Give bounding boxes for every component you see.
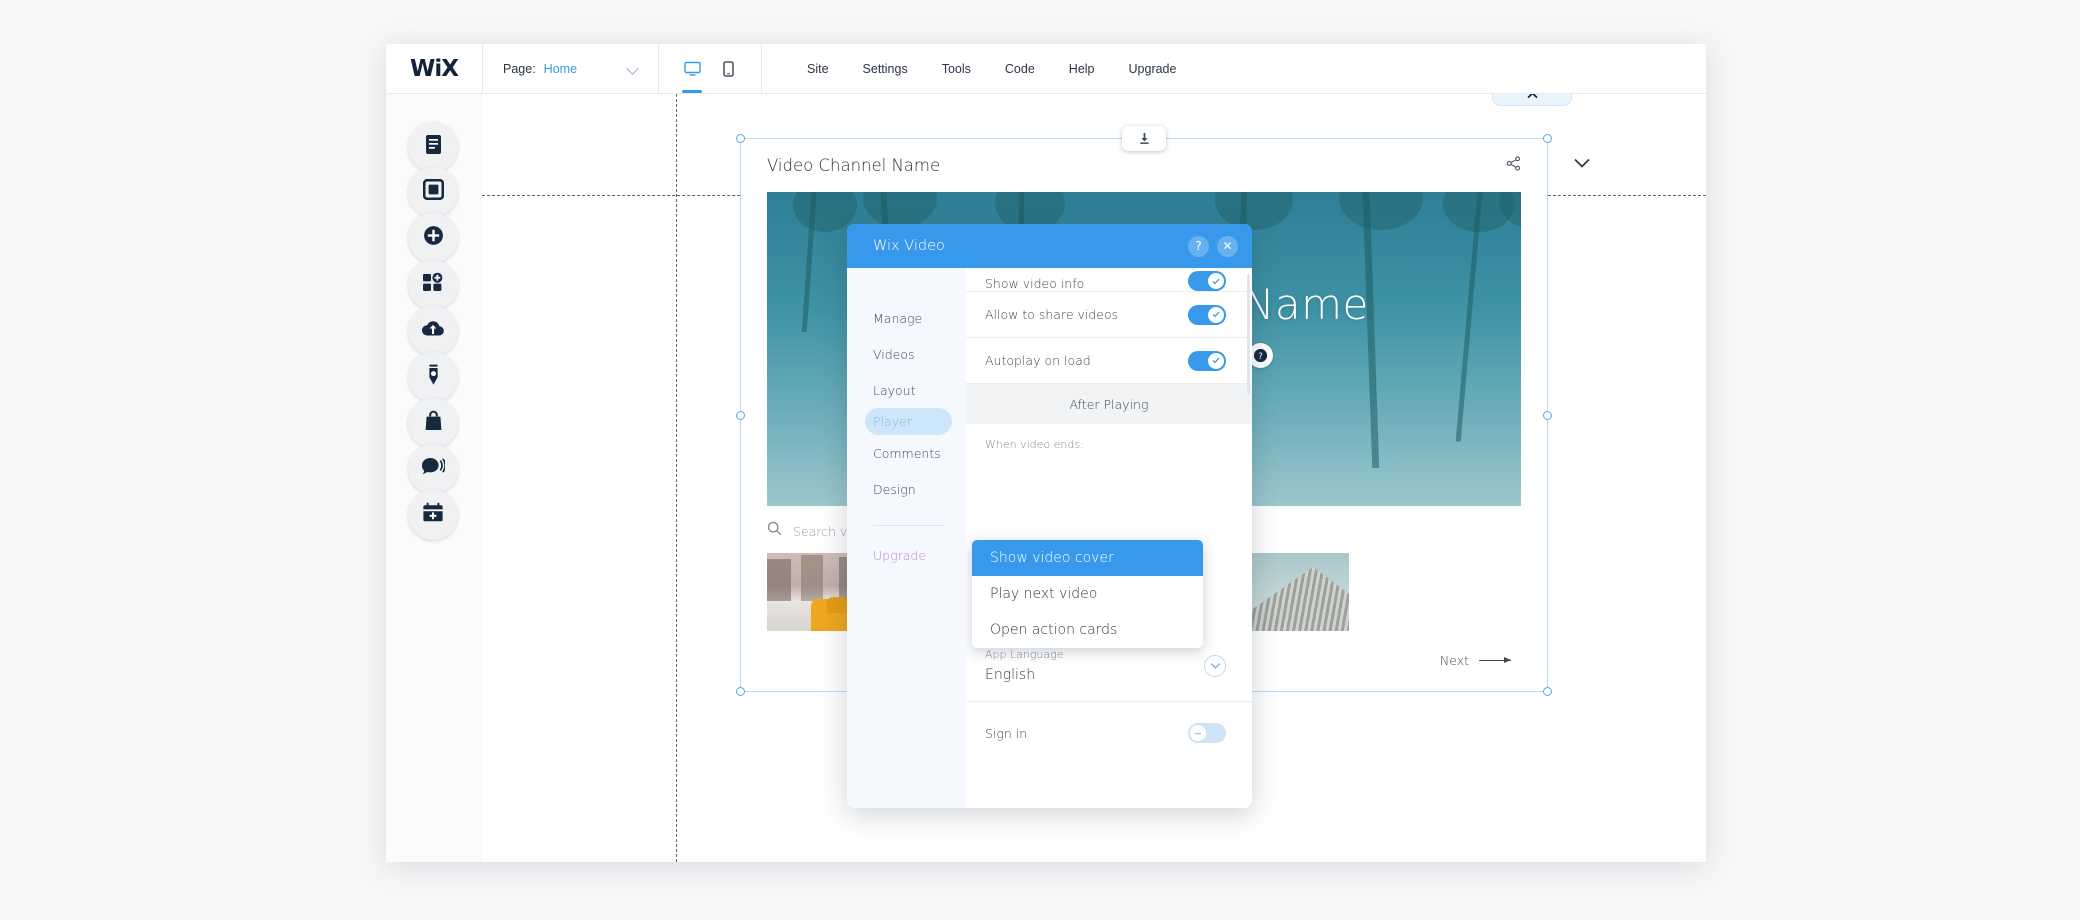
sidebar-item-add[interactable] xyxy=(408,213,458,263)
toggle-sign-in[interactable] xyxy=(1188,723,1226,743)
dropdown-option-play-next-video[interactable]: Play next video xyxy=(972,576,1203,612)
panel-scrollbar[interactable] xyxy=(1247,274,1250,394)
channel-title: Video Channel Name xyxy=(767,156,940,175)
when-video-ends-dropdown[interactable]: Show video cover Play next video Open ac… xyxy=(972,540,1203,648)
setting-row-autoplay[interactable]: Autoplay on load xyxy=(966,338,1252,384)
sidebar-item-menus-and-pages[interactable] xyxy=(408,122,458,172)
top-menu-item-site[interactable]: Site xyxy=(790,44,846,94)
value-app-language: English xyxy=(966,667,1064,683)
section-header-after-playing: After Playing xyxy=(966,384,1252,424)
panel-nav-item-comments[interactable]: Comments xyxy=(847,435,966,471)
shopping-bag-icon xyxy=(424,410,443,436)
panel-header-actions: ? ✕ xyxy=(1188,236,1238,257)
panel-nav-item-player[interactable]: Player xyxy=(865,408,952,435)
top-menu-item-upgrade[interactable]: Upgrade xyxy=(1112,44,1194,94)
top-menu-item-help[interactable]: Help xyxy=(1052,44,1112,94)
pages-menu-icon xyxy=(424,134,443,160)
setting-label-autoplay: Autoplay on load xyxy=(985,353,1091,368)
app-language-block: App Language English Sign in xyxy=(966,648,1252,764)
top-menu-item-code[interactable]: Code xyxy=(988,44,1052,94)
panel-nav-item-design[interactable]: Design xyxy=(847,471,966,507)
top-menu: Site Settings Tools Code Help Upgrade xyxy=(790,44,1193,94)
panel-nav-item-manage[interactable]: Manage xyxy=(847,300,966,336)
app-language-row[interactable]: App Language English xyxy=(966,648,1252,702)
setting-row-allow-share[interactable]: Allow to share videos xyxy=(966,292,1252,338)
setting-label-sign-in: Sign in xyxy=(985,726,1027,741)
panel-title: Wix Video xyxy=(873,238,945,254)
resize-handle-middle-right[interactable] xyxy=(1543,411,1552,420)
panel-nav-divider xyxy=(873,525,944,526)
setting-row-sign-in[interactable]: Sign in xyxy=(966,702,1252,764)
sidebar-item-add-apps[interactable] xyxy=(408,260,458,310)
mobile-view-icon[interactable] xyxy=(717,54,739,84)
search-icon xyxy=(767,521,782,541)
page-selector-value: Home xyxy=(544,62,577,76)
panel-nav-item-videos[interactable]: Videos xyxy=(847,336,966,372)
page-selector-label: Page: xyxy=(503,62,536,76)
resize-handle-bottom-left[interactable] xyxy=(736,687,745,696)
top-menu-item-tools[interactable]: Tools xyxy=(925,44,988,94)
apps-add-icon xyxy=(422,272,444,298)
share-icon[interactable] xyxy=(1506,156,1521,176)
toggle-knob xyxy=(1208,307,1224,323)
wix-editor-window: WiX Page: Home Site Settings Tools xyxy=(386,44,1706,862)
sidebar-item-my-uploads[interactable] xyxy=(408,306,458,356)
page-selector[interactable]: Page: Home xyxy=(483,44,658,94)
chat-icon xyxy=(421,457,445,481)
arrow-right-icon xyxy=(1479,660,1511,661)
label-when-video-ends: When video ends: xyxy=(966,424,1252,457)
resize-handle-middle-left[interactable] xyxy=(736,411,745,420)
setting-label-show-video-info: Show video info xyxy=(985,276,1084,291)
close-icon[interactable]: ✕ xyxy=(1217,236,1238,257)
channel-header: Video Channel Name xyxy=(741,139,1547,192)
guideline-vertical xyxy=(676,94,677,862)
label-app-language: App Language xyxy=(966,648,1064,667)
section-collapse-tab[interactable] xyxy=(1492,94,1572,106)
chevron-down-icon[interactable] xyxy=(627,62,640,75)
panel-nav-item-layout[interactable]: Layout xyxy=(847,372,966,408)
dropdown-option-show-video-cover[interactable]: Show video cover xyxy=(972,540,1203,576)
editor-left-rail xyxy=(386,94,482,862)
wix-logo[interactable]: WiX xyxy=(386,56,482,82)
chevron-down-circle-icon[interactable] xyxy=(1204,655,1226,677)
pen-nib-icon xyxy=(426,364,441,391)
upload-cloud-icon xyxy=(421,319,445,343)
next-label: Next xyxy=(1440,653,1469,668)
setting-row-show-video-info[interactable]: Show video info xyxy=(966,268,1252,292)
resize-handle-bottom-right[interactable] xyxy=(1543,687,1552,696)
view-mode-toggles xyxy=(659,44,761,94)
channel-header-actions xyxy=(1506,156,1521,176)
bookings-icon xyxy=(422,502,444,528)
panel-body: Manage Videos Layout Player Comments Des… xyxy=(847,268,1252,808)
toolbar-divider-3 xyxy=(761,44,762,94)
sidebar-item-chat[interactable] xyxy=(408,444,458,494)
background-icon xyxy=(423,179,444,205)
toggle-knob xyxy=(1208,353,1224,369)
panel-nav-item-upgrade[interactable]: Upgrade xyxy=(847,548,966,563)
editor-top-bar: WiX Page: Home Site Settings Tools xyxy=(386,44,1706,94)
toggle-allow-share[interactable] xyxy=(1188,305,1226,325)
dropdown-option-open-action-cards[interactable]: Open action cards xyxy=(972,612,1203,648)
add-icon xyxy=(423,225,444,251)
sidebar-item-store[interactable] xyxy=(408,398,458,448)
screen: WiX Page: Home Site Settings Tools xyxy=(0,0,2080,920)
sidebar-item-blog[interactable] xyxy=(408,352,458,402)
setting-label-allow-share: Allow to share videos xyxy=(985,307,1118,322)
sidebar-item-bookings[interactable] xyxy=(408,490,458,540)
sidebar-item-background[interactable] xyxy=(408,167,458,217)
wix-video-settings-panel[interactable]: Wix Video ? ✕ Manage Videos Layout Playe… xyxy=(847,224,1252,808)
top-menu-item-settings[interactable]: Settings xyxy=(846,44,925,94)
widget-collapse-button[interactable] xyxy=(1572,156,1594,178)
svg-text:?: ? xyxy=(1258,352,1263,362)
panel-header: Wix Video ? ✕ xyxy=(847,224,1252,268)
toggle-show-video-info[interactable] xyxy=(1188,271,1226,291)
toggle-knob xyxy=(1190,725,1206,741)
toggle-knob xyxy=(1208,273,1224,289)
panel-main: Show video info Allow to share videos xyxy=(966,268,1252,808)
desktop-view-icon[interactable] xyxy=(681,54,703,84)
toggle-autoplay[interactable] xyxy=(1188,351,1226,371)
question-mark-icon[interactable]: ? xyxy=(1188,236,1209,257)
panel-nav: Manage Videos Layout Player Comments Des… xyxy=(847,268,966,808)
